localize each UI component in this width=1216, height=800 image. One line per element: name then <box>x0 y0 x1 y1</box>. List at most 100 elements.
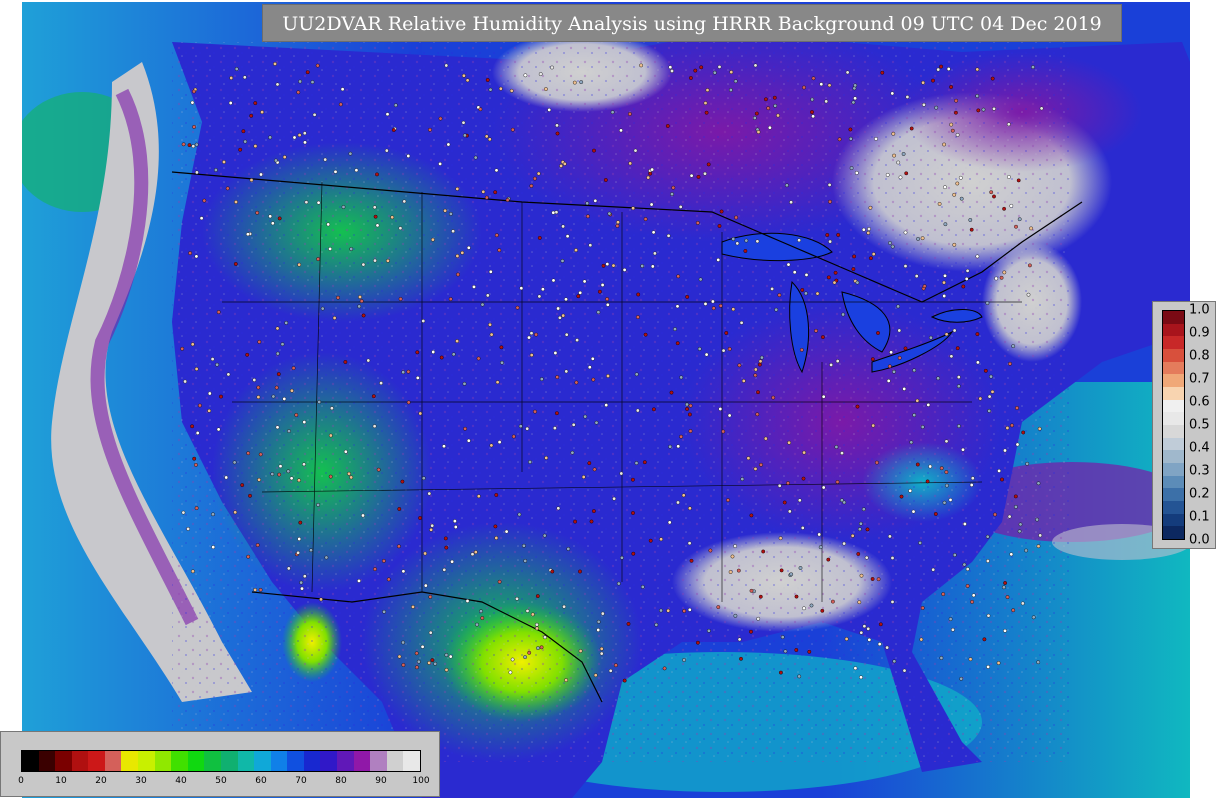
station-dot <box>431 350 436 354</box>
station-dot <box>646 175 651 180</box>
station-dot <box>373 567 377 571</box>
rh-colorbar-segment <box>270 751 288 771</box>
station-dot <box>255 543 260 547</box>
station-dot <box>273 158 278 163</box>
station-dot <box>298 520 303 525</box>
station-dot <box>916 236 920 241</box>
station-dot <box>382 609 386 614</box>
station-dot <box>682 658 686 662</box>
station-dot <box>770 286 774 291</box>
station-dot <box>731 237 736 241</box>
station-dot <box>928 464 933 469</box>
station-dot <box>292 135 297 140</box>
increment-tick-label: 0.0 <box>1189 532 1210 548</box>
station-dot <box>257 477 262 482</box>
station-dot <box>896 304 900 309</box>
station-dot <box>219 394 223 399</box>
station-dot <box>726 498 730 502</box>
station-dot <box>868 205 873 210</box>
station-dot <box>753 466 758 471</box>
station-dot <box>859 630 864 635</box>
station-dot <box>949 85 953 89</box>
station-dot <box>510 657 515 662</box>
station-dot <box>758 362 762 367</box>
station-dot <box>601 263 606 268</box>
station-dot <box>983 368 988 373</box>
station-dot <box>855 280 860 285</box>
station-dot <box>396 544 401 549</box>
rh-colorbar-segment <box>121 751 139 771</box>
station-dot <box>416 659 421 664</box>
station-dot <box>608 668 613 673</box>
station-dot <box>547 108 552 112</box>
station-dot <box>465 599 470 603</box>
station-dot <box>867 227 871 231</box>
station-dot <box>418 411 423 416</box>
station-dot <box>711 299 715 304</box>
station-dot <box>939 466 944 471</box>
station-dot <box>599 646 604 651</box>
station-dot <box>653 251 657 256</box>
station-dot <box>270 221 275 226</box>
station-dot <box>840 498 844 503</box>
station-dot <box>343 449 348 454</box>
station-dot <box>310 80 315 85</box>
station-dot <box>450 559 454 564</box>
station-dot <box>397 654 402 659</box>
station-dot <box>585 201 590 206</box>
station-dot <box>538 72 543 77</box>
rh-colorbar <box>21 750 421 772</box>
station-dot <box>968 218 973 222</box>
station-dot <box>455 254 460 258</box>
station-dot <box>438 161 442 166</box>
station-dot <box>191 144 196 149</box>
station-dot <box>566 547 571 551</box>
station-dot <box>828 199 832 204</box>
station-dot <box>411 605 415 609</box>
station-dot <box>853 83 858 88</box>
station-dot <box>249 178 254 183</box>
rh-colorbar-segment <box>138 751 155 771</box>
station-dot <box>851 267 856 271</box>
station-dot <box>975 254 980 259</box>
station-dot <box>466 245 471 250</box>
station-dot <box>826 557 831 562</box>
station-dot <box>1035 517 1039 522</box>
station-dot <box>755 412 760 417</box>
station-dot <box>553 426 557 430</box>
station-dot <box>743 249 748 253</box>
station-dot <box>1003 448 1007 453</box>
station-dot <box>578 649 583 653</box>
station-dot <box>259 172 263 177</box>
station-dot <box>954 98 958 103</box>
station-dot <box>535 626 539 631</box>
station-dot <box>948 617 953 621</box>
station-dot <box>821 485 826 490</box>
station-dot <box>855 404 860 409</box>
station-dot <box>375 172 379 177</box>
station-dot <box>981 107 986 112</box>
station-dot <box>763 436 768 441</box>
increment-colorbar-segment <box>1163 501 1184 514</box>
station-dot <box>956 384 961 389</box>
station-dot <box>286 469 291 474</box>
station-dot <box>423 551 427 556</box>
station-dot <box>620 555 624 560</box>
station-dot <box>550 569 555 574</box>
station-dot <box>824 99 829 104</box>
station-dot <box>190 342 195 347</box>
station-dot <box>260 110 265 115</box>
station-dot <box>945 483 949 488</box>
station-dot <box>594 420 599 425</box>
station-dot <box>523 73 528 78</box>
station-dot <box>245 352 250 357</box>
station-dot <box>194 506 199 510</box>
rh-colorbar-segment <box>237 751 255 771</box>
station-dot <box>944 439 949 444</box>
station-dot <box>734 215 738 220</box>
station-dot <box>802 606 806 611</box>
station-dot <box>753 373 758 378</box>
station-dot <box>593 198 598 203</box>
station-dot <box>861 227 866 232</box>
station-dot <box>675 304 680 309</box>
